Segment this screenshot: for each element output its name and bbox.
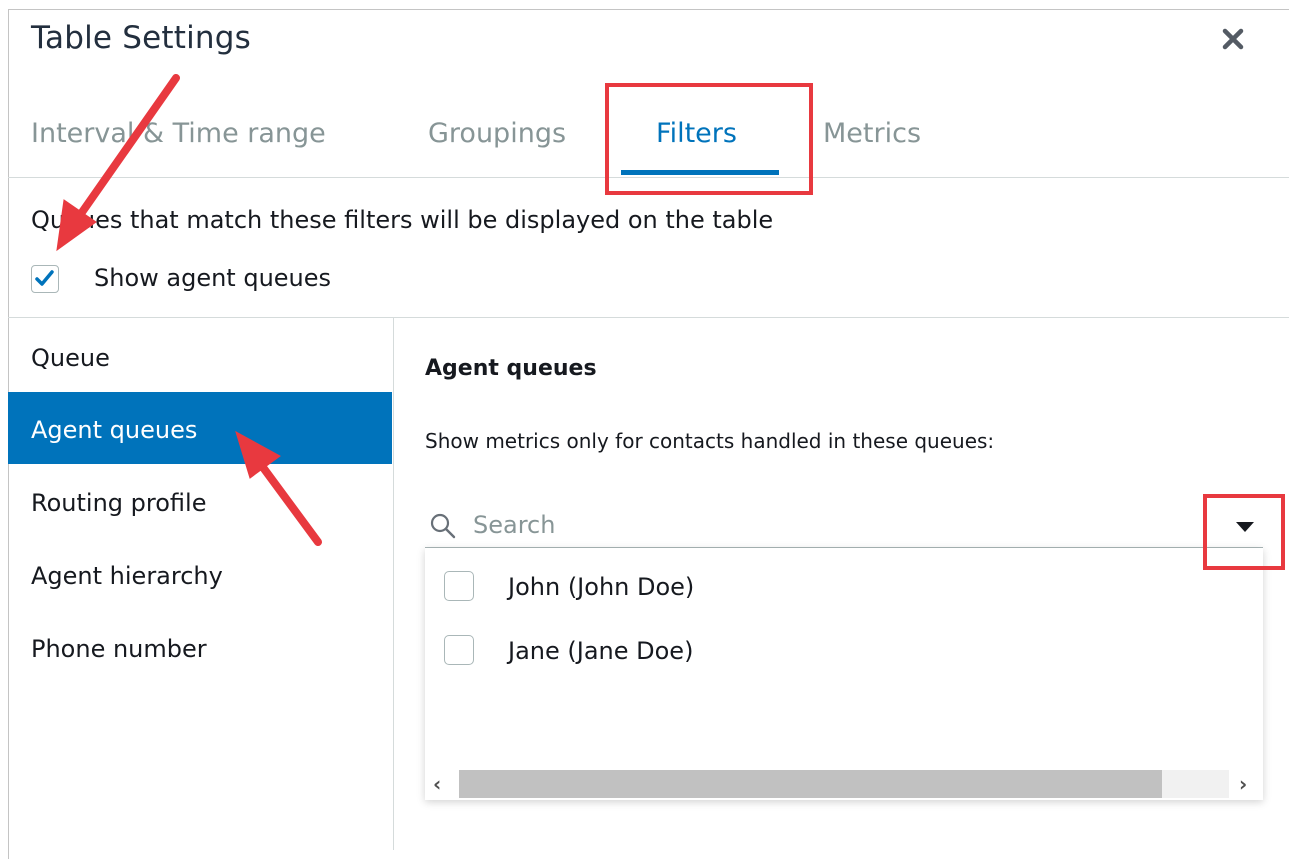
sidebar-item-label: Agent hierarchy — [31, 562, 223, 590]
scrollbar-thumb[interactable] — [459, 770, 1162, 798]
sidebar-item-agent-queues[interactable]: Agent queues — [8, 392, 392, 464]
show-agent-queues-label[interactable]: Show agent queues — [94, 264, 331, 292]
sidebar-item-phone-number[interactable]: Phone number — [8, 611, 392, 683]
agent-queues-dropdown: John (John Doe) Jane (Jane Doe) ‹ › — [425, 548, 1263, 800]
search-input[interactable] — [473, 506, 1193, 544]
sidebar-item-label: Phone number — [31, 635, 207, 663]
tab-filters[interactable]: Filters — [656, 118, 737, 149]
caret-down-icon[interactable] — [1234, 520, 1256, 534]
column-divider — [393, 318, 394, 850]
chevron-right-icon[interactable]: › — [1239, 772, 1247, 796]
search-field[interactable] — [425, 502, 1263, 548]
close-icon[interactable] — [1220, 26, 1246, 52]
tabs-divider — [8, 177, 1289, 178]
search-icon — [430, 513, 456, 539]
sidebar-item-queue[interactable]: Queue — [8, 320, 392, 392]
sidebar-item-label: Agent queues — [31, 416, 198, 444]
list-item-option[interactable]: Jane (Jane Doe) — [425, 620, 1263, 676]
chevron-left-icon[interactable]: ‹ — [433, 772, 441, 796]
list-item-option[interactable]: John (John Doe) — [425, 556, 1263, 612]
option-checkbox[interactable] — [444, 635, 474, 665]
filters-description: Queues that match these filters will be … — [31, 206, 774, 234]
active-tab-indicator — [621, 170, 779, 175]
tab-groupings[interactable]: Groupings — [428, 118, 566, 149]
tab-interval-time-range[interactable]: Interval & Time range — [31, 118, 326, 149]
agent-queues-hint: Show metrics only for contacts handled i… — [425, 429, 995, 453]
horizontal-scrollbar[interactable]: ‹ › — [425, 768, 1263, 800]
tab-metrics[interactable]: Metrics — [823, 118, 921, 149]
dialog-title: Table Settings — [31, 20, 251, 56]
section-divider — [8, 317, 1289, 318]
sidebar-item-label: Routing profile — [31, 489, 207, 517]
option-label: John (John Doe) — [508, 573, 695, 601]
option-checkbox[interactable] — [444, 571, 474, 601]
option-label: Jane (Jane Doe) — [508, 637, 694, 665]
sidebar-item-routing-profile[interactable]: Routing profile — [8, 465, 392, 537]
sidebar-item-agent-hierarchy[interactable]: Agent hierarchy — [8, 538, 392, 610]
sidebar-item-label: Queue — [31, 344, 110, 372]
checkmark-icon — [35, 270, 54, 286]
agent-queues-title: Agent queues — [425, 356, 597, 381]
show-agent-queues-checkbox[interactable] — [31, 265, 59, 293]
